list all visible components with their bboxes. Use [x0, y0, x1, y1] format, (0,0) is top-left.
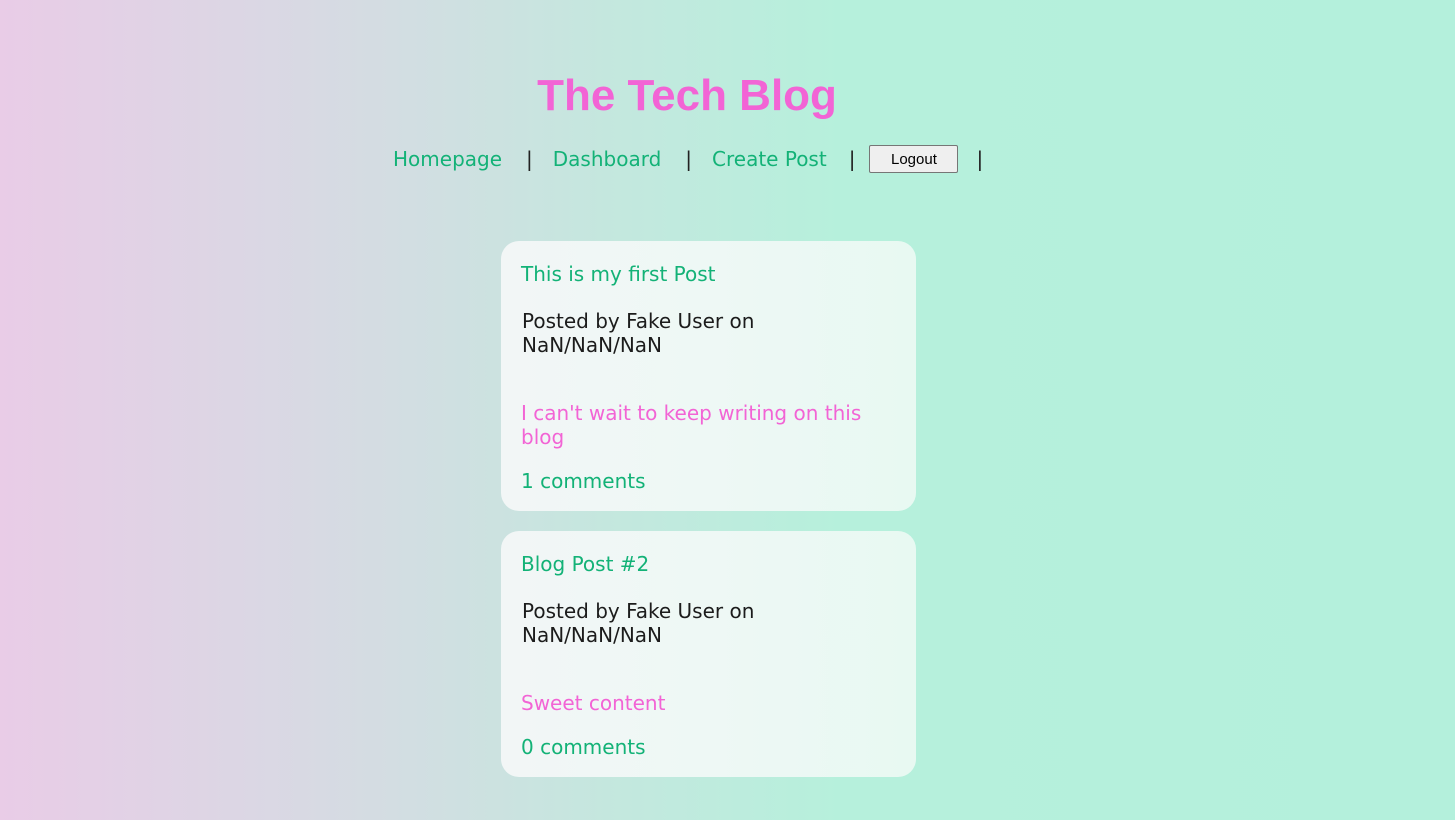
post-comments-link[interactable]: 0 comments — [521, 735, 896, 759]
post-card[interactable]: This is my first Post Posted by Fake Use… — [501, 241, 916, 511]
site-title: The Tech Blog — [537, 71, 837, 120]
post-title[interactable]: This is my first Post — [521, 261, 896, 287]
post-body: I can't wait to keep writing on this blo… — [521, 401, 862, 449]
nav-separator: | — [685, 147, 693, 171]
post-card[interactable]: Blog Post #2 Posted by Fake User on NaN/… — [501, 531, 916, 777]
nav-separator: | — [526, 147, 533, 171]
nav-link-create-post[interactable]: Create Post — [712, 147, 827, 171]
main-nav: Homepage | Dashboard | Create Post | Log… — [393, 143, 983, 175]
post-title[interactable]: Blog Post #2 — [521, 551, 896, 577]
logout-button[interactable]: Logout — [869, 145, 959, 173]
nav-link-homepage[interactable]: Homepage — [393, 147, 502, 171]
nav-separator: | — [848, 147, 856, 171]
nav-separator: | — [976, 147, 984, 171]
post-meta: Posted by Fake User on NaN/NaN/NaN — [522, 309, 755, 357]
nav-link-dashboard[interactable]: Dashboard — [553, 147, 662, 171]
post-comments-link[interactable]: 1 comments — [521, 469, 896, 493]
post-body: Sweet content — [521, 691, 666, 715]
post-meta: Posted by Fake User on NaN/NaN/NaN — [522, 599, 755, 647]
post-list: This is my first Post Posted by Fake Use… — [501, 241, 916, 797]
